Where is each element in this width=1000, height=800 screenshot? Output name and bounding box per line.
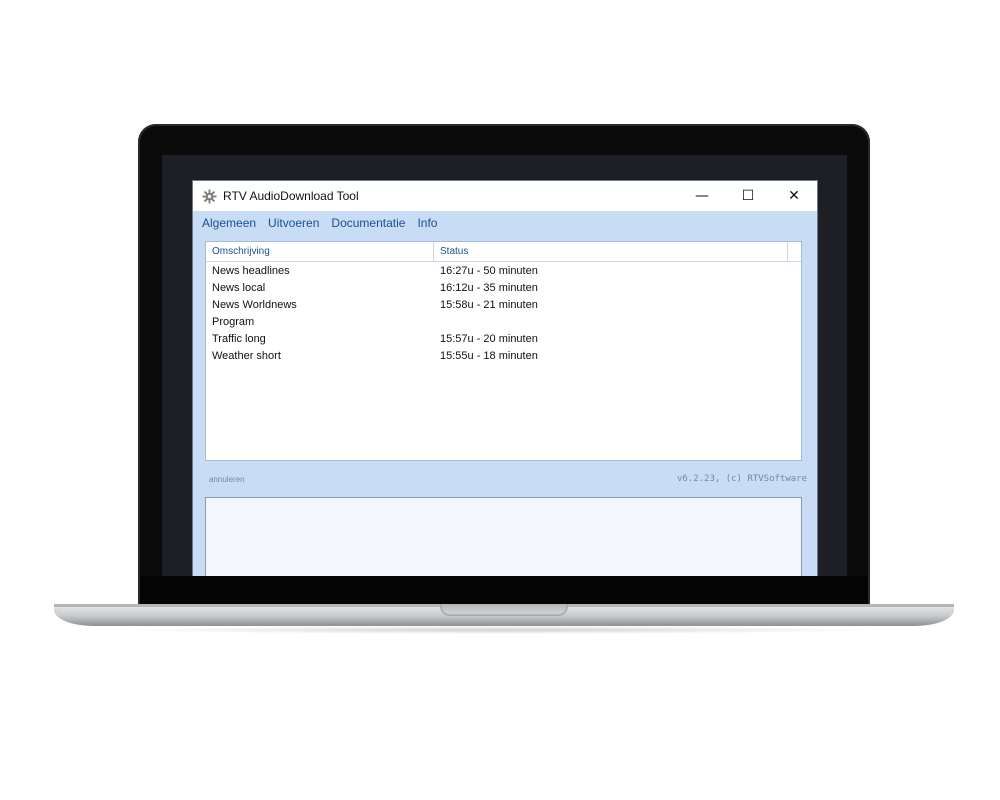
log-output[interactable] [205,497,802,576]
menu-bar: Algemeen Uitvoeren Documentatie Info [193,211,817,235]
column-header-omschrijving[interactable]: Omschrijving [206,242,434,261]
list-row[interactable]: News headlines 16:27u - 50 minuten [206,263,801,280]
row-description: News Worldnews [212,299,297,311]
list-row[interactable]: News Worldnews 15:58u - 21 minuten [206,297,801,314]
close-button[interactable]: ✕ [771,181,817,211]
window-controls: — ☐ ✕ [679,181,817,211]
version-label: v6.2.23, (c) RTVSoftware [676,474,807,484]
maximize-button[interactable]: ☐ [725,181,771,211]
menu-documentatie[interactable]: Documentatie [325,216,411,230]
cancel-link[interactable]: annuleren [209,475,245,484]
title-bar[interactable]: RTV AudioDownload Tool — ☐ ✕ [193,181,817,211]
row-status: 15:58u - 21 minuten [440,299,538,311]
status-bar: annuleren v6.2.23, (c) RTVSoftware [193,469,817,493]
download-list[interactable]: Omschrijving Status News headlines 16:27… [205,241,802,461]
row-description: News headlines [212,265,290,277]
menu-info[interactable]: Info [411,216,443,230]
row-description: Program [212,316,255,328]
laptop-screen: RTV AudioDownload Tool — ☐ ✕ Algemeen Ui… [162,155,847,576]
laptop-notch [440,604,568,616]
list-row[interactable]: Program [206,314,801,331]
window-title: RTV AudioDownload Tool [223,189,359,203]
list-row[interactable]: Weather short 15:55u - 18 minuten [206,348,801,365]
row-status: 16:27u - 50 minuten [440,265,538,277]
row-description: Traffic long [212,333,266,345]
row-status: 15:57u - 20 minuten [440,333,538,345]
list-row[interactable]: News local 16:12u - 35 minuten [206,280,801,297]
row-description: News local [212,282,266,294]
row-status [434,314,788,331]
row-status: 15:55u - 18 minuten [440,350,538,362]
menu-algemeen[interactable]: Algemeen [193,216,262,230]
minimize-button[interactable]: — [679,181,725,211]
list-rows: News headlines 16:27u - 50 minuten News … [206,263,801,365]
laptop-chin [140,576,868,604]
list-row[interactable]: Traffic long 15:57u - 20 minuten [206,331,801,348]
list-header: Omschrijving Status [206,242,801,262]
gear-icon [201,188,217,204]
app-window: RTV AudioDownload Tool — ☐ ✕ Algemeen Ui… [193,181,817,576]
menu-uitvoeren[interactable]: Uitvoeren [262,216,325,230]
row-status: 16:12u - 35 minuten [440,282,538,294]
row-description: Weather short [212,350,281,362]
laptop-shadow [120,626,880,634]
column-header-status[interactable]: Status [434,242,788,261]
laptop-mockup: RTV AudioDownload Tool — ☐ ✕ Algemeen Ui… [0,0,1000,800]
